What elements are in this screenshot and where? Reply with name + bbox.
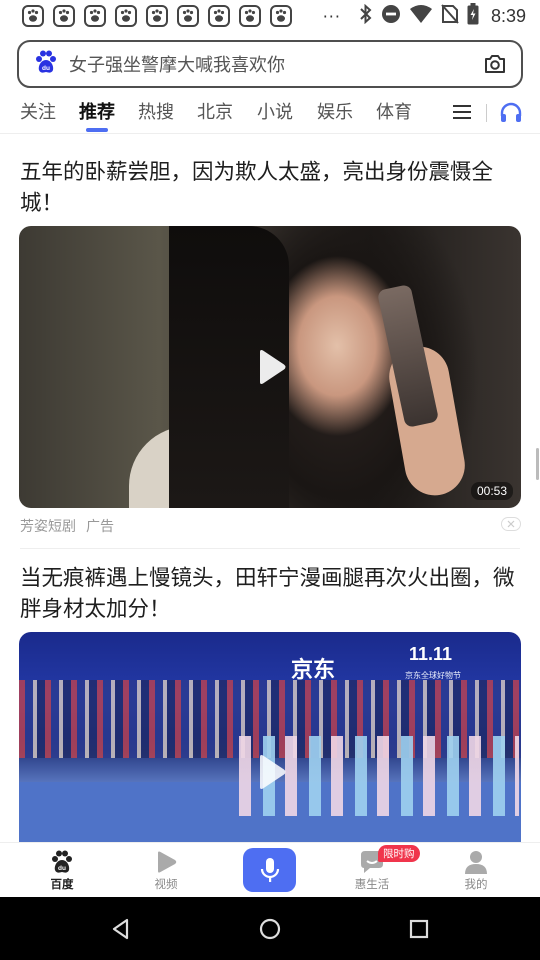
search-input[interactable]: du 女子强坐警摩大喊我喜欢你 [17,40,523,88]
svg-text:du: du [42,65,50,72]
microphone-icon [260,858,279,882]
headphones-icon[interactable] [498,100,524,126]
promo-subtitle: 京东全球好物节 [405,671,461,680]
video-thumbnail[interactable]: 京东 11.11 京东全球好物节 [19,632,521,842]
status-bar: ··· 8:39 [0,0,540,32]
tab-beijing[interactable]: 北京 [197,98,233,124]
baidu-paw-icon [177,5,199,27]
channel-tabs: 关注 推荐 热搜 北京 小说 娱乐 体育 [0,94,540,134]
baidu-paw-icon [270,5,292,27]
video-play-icon [158,851,177,873]
bottom-navigation: du 百度 视频 惠生活 限时购 我的 [0,842,540,897]
search-placeholder: 女子强坐警摩大喊我喜欢你 [69,55,285,76]
promo-badge: 限时购 [378,845,420,862]
battery-icon [467,3,479,29]
source-name: 芳姿短剧 [20,519,76,535]
baidu-paw-icon [84,5,106,27]
baidu-paw-icon: du [33,49,59,79]
video-thumbnail[interactable]: 00:53 [19,226,521,508]
camera-search-icon[interactable] [481,50,509,78]
nav-label: 惠生活 [354,877,390,891]
no-sim-icon [441,4,459,28]
nav-label: 我的 [464,877,488,891]
wifi-icon [409,4,433,28]
baidu-paw-icon [115,5,137,27]
tab-entertainment[interactable]: 娱乐 [317,98,353,124]
ad-label: 广告 [86,519,114,535]
play-icon[interactable] [257,754,287,790]
baidu-paw-icon: du [52,850,72,873]
tab-novel[interactable]: 小说 [257,98,293,124]
user-icon [465,851,487,874]
menu-icon[interactable] [452,101,472,123]
news-feed[interactable]: 五年的卧薪尝胆，因为欺人太盛，亮出身份震慑全城！ 00:53 芳姿短剧 广告 当… [0,134,540,842]
close-ad-icon[interactable] [501,516,521,531]
jd-logo: 京东 [291,658,336,683]
nav-profile[interactable]: 我的 [436,849,516,892]
tabs-separator [486,104,487,122]
feed-item-meta: 芳姿短剧 广告 [20,516,114,536]
tab-sports[interactable]: 体育 [376,98,412,124]
baidu-paw-icon [53,5,75,27]
nav-video[interactable]: 视频 [126,849,206,892]
baidu-paw-icon [208,5,230,27]
system-navigation-bar [0,897,540,960]
feed-item-title[interactable]: 五年的卧薪尝胆，因为欺人太盛，亮出身份震慑全城！ [20,157,524,219]
nav-label: 百度 [50,877,74,891]
home-icon[interactable] [257,916,283,942]
svg-text:du: du [58,865,66,872]
promo-logo: 11.11 [409,644,453,664]
baidu-paw-icon [146,5,168,27]
tab-recommend[interactable]: 推荐 [79,98,115,124]
nav-label: 视频 [154,877,178,891]
play-icon[interactable] [257,349,287,385]
baidu-paw-icon [239,5,261,27]
video-duration: 00:53 [470,482,513,500]
bluetooth-icon [359,3,373,28]
nav-home[interactable]: du 百度 [22,849,102,892]
clock: 8:39 [490,5,526,26]
feed-item-title[interactable]: 当无痕裤遇上慢镜头，田轩宁漫画腿再次火出圈，微胖身材太加分！ [20,563,524,625]
notification-icons [22,5,292,27]
recents-icon[interactable] [406,916,432,942]
card-divider [20,548,520,549]
scrollbar[interactable] [536,448,539,480]
nav-life[interactable]: 惠生活 限时购 [332,845,420,892]
voice-search-button[interactable] [243,848,296,892]
back-icon[interactable] [108,916,134,942]
tab-hot-search[interactable]: 热搜 [138,98,174,124]
more-notifications-icon: ··· [322,6,341,26]
baidu-paw-icon [22,5,44,27]
tab-follow[interactable]: 关注 [20,98,56,124]
do-not-disturb-icon [381,4,401,28]
active-tab-indicator [86,128,108,132]
